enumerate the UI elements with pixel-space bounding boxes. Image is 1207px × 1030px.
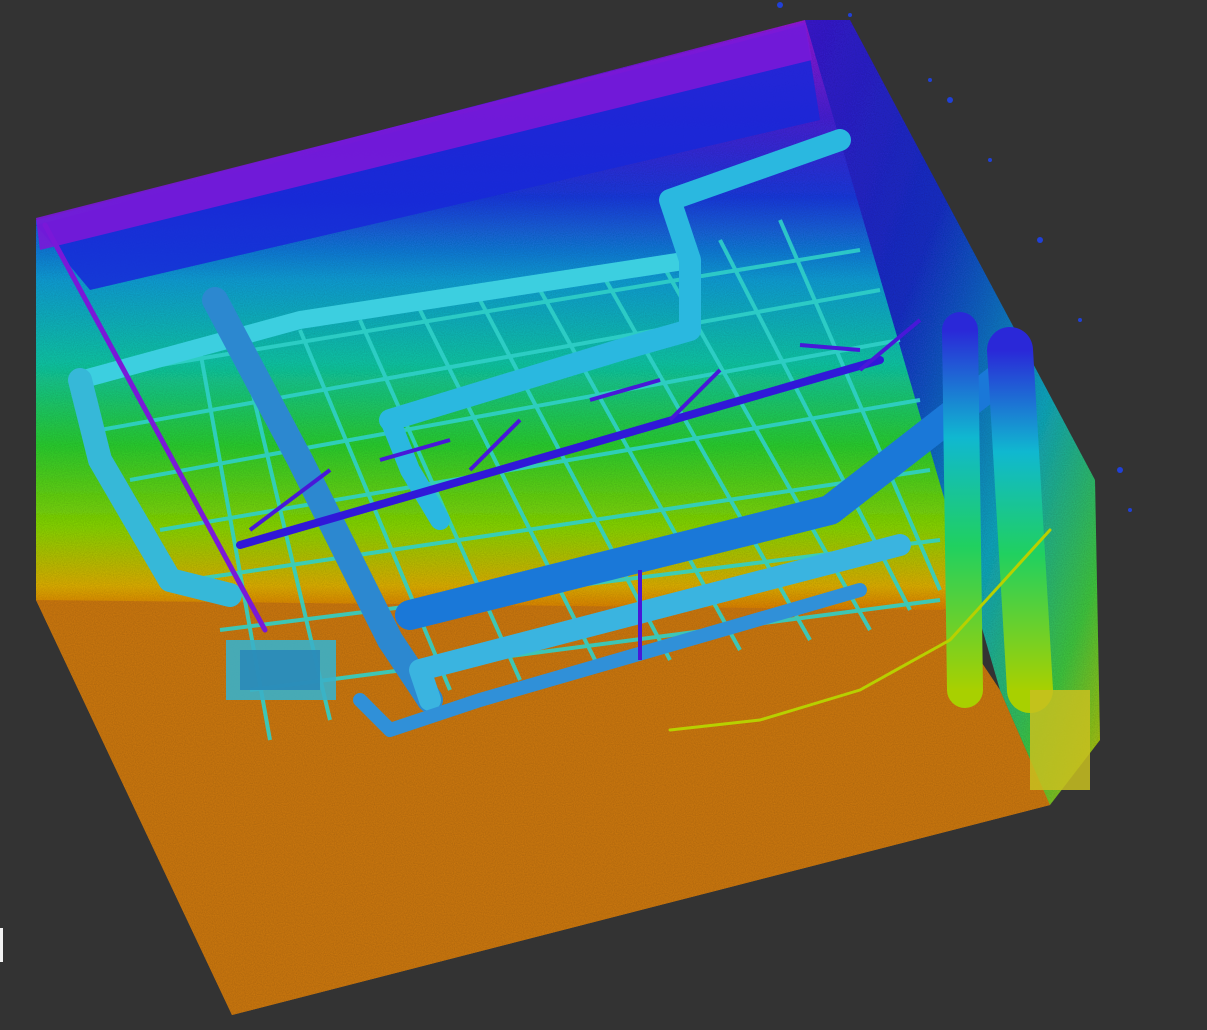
point-cloud-viewport[interactable] <box>0 0 1207 1030</box>
floor-surface-near <box>36 540 1050 1015</box>
point-cloud-render <box>36 2 1132 1015</box>
pipe-right-column-2 <box>987 327 1053 713</box>
left-edge-marker <box>0 928 3 962</box>
pipe-right-vertical <box>942 312 983 708</box>
